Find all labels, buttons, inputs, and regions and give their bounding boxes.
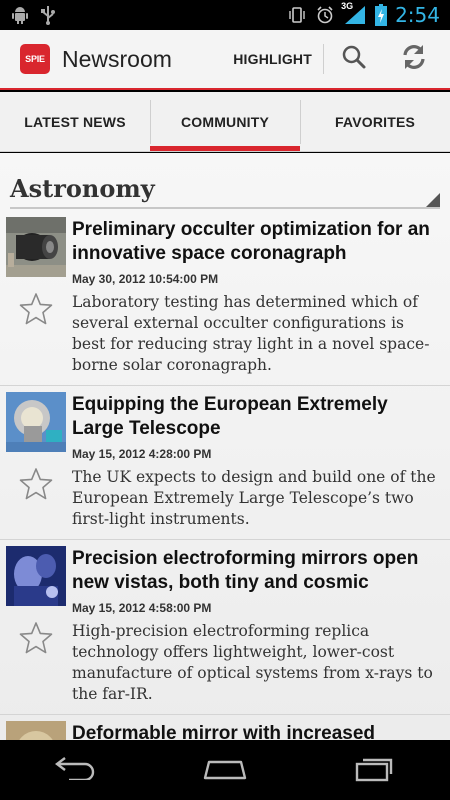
battery-icon: [375, 4, 388, 26]
refresh-button[interactable]: [384, 29, 444, 89]
status-bar: 3G 2:54: [0, 0, 450, 30]
star-icon: [19, 292, 53, 331]
tab-community[interactable]: COMMUNITY: [150, 92, 300, 151]
list-item[interactable]: Precision electroforming mirrors open ne…: [0, 540, 450, 715]
recent-apps-icon: [353, 754, 397, 787]
article-thumbnail: [6, 721, 66, 740]
tab-label: FAVORITES: [334, 113, 416, 130]
article-date: May 15, 2012 4:28:00 PM: [72, 447, 212, 461]
list-item[interactable]: Preliminary occulter optimization for an…: [0, 217, 450, 386]
app-logo-text: SPIE: [25, 54, 45, 64]
section-divider: [10, 207, 440, 209]
article-list[interactable]: Astronomy Preliminary occulter optimizat…: [0, 153, 450, 740]
star-icon: [19, 467, 53, 506]
app-title: Newsroom: [62, 45, 172, 72]
favorite-button[interactable]: [14, 618, 58, 662]
article-summary: The UK expects to design and build one o…: [72, 468, 436, 528]
tab-bar: LATEST NEWS COMMUNITY FAVORITES: [0, 92, 450, 152]
tab-label: COMMUNITY: [180, 113, 270, 130]
list-item[interactable]: Deformable mirror with increased: [0, 715, 450, 740]
article-title: Equipping the European Extremely Large T…: [72, 394, 388, 439]
network-type-label: 3G: [341, 1, 354, 11]
home-button[interactable]: [180, 740, 270, 800]
search-button[interactable]: [324, 29, 384, 89]
action-bar: SPIE Newsroom HIGHLIGHT: [0, 30, 450, 90]
search-icon: [341, 44, 367, 75]
refresh-icon: [399, 42, 429, 77]
section-dropdown-icon: [426, 193, 440, 207]
section-title: Astronomy: [10, 174, 155, 203]
highlight-button-label: HIGHLIGHT: [233, 51, 312, 67]
article-thumbnail: [6, 217, 66, 277]
article-summary: High-precision electroforming replica te…: [72, 622, 433, 703]
article-title: Precision electroforming mirrors open ne…: [72, 548, 419, 593]
star-icon: [19, 621, 53, 660]
section-header[interactable]: Astronomy: [0, 153, 450, 209]
home-icon: [201, 756, 249, 785]
app-logo[interactable]: SPIE: [20, 44, 50, 74]
usb-icon: [40, 4, 56, 26]
article-title: Deformable mirror with increased: [72, 723, 376, 740]
favorite-button[interactable]: [14, 289, 58, 333]
favorite-button[interactable]: [14, 464, 58, 508]
article-summary: Laboratory testing has determined which …: [72, 293, 430, 374]
alarm-icon: [315, 5, 335, 25]
signal-icon: 3G: [341, 1, 367, 26]
article-title: Preliminary occulter optimization for an…: [72, 219, 430, 264]
navigation-bar: [0, 740, 450, 800]
back-icon: [53, 756, 97, 785]
status-time: 2:54: [395, 3, 440, 27]
article-date: May 30, 2012 10:54:00 PM: [72, 272, 219, 286]
tab-favorites[interactable]: FAVORITES: [300, 92, 450, 151]
recent-apps-button[interactable]: [330, 740, 420, 800]
highlight-button[interactable]: HIGHLIGHT: [222, 29, 323, 89]
article-thumbnail: [6, 392, 66, 452]
tab-label: LATEST NEWS: [24, 113, 126, 130]
android-icon: [10, 5, 30, 25]
vibrate-icon: [287, 5, 307, 25]
tab-latest-news[interactable]: LATEST NEWS: [0, 92, 150, 151]
back-button[interactable]: [30, 740, 120, 800]
article-date: May 15, 2012 4:58:00 PM: [72, 601, 212, 615]
list-item[interactable]: Equipping the European Extremely Large T…: [0, 386, 450, 540]
article-thumbnail: [6, 546, 66, 606]
